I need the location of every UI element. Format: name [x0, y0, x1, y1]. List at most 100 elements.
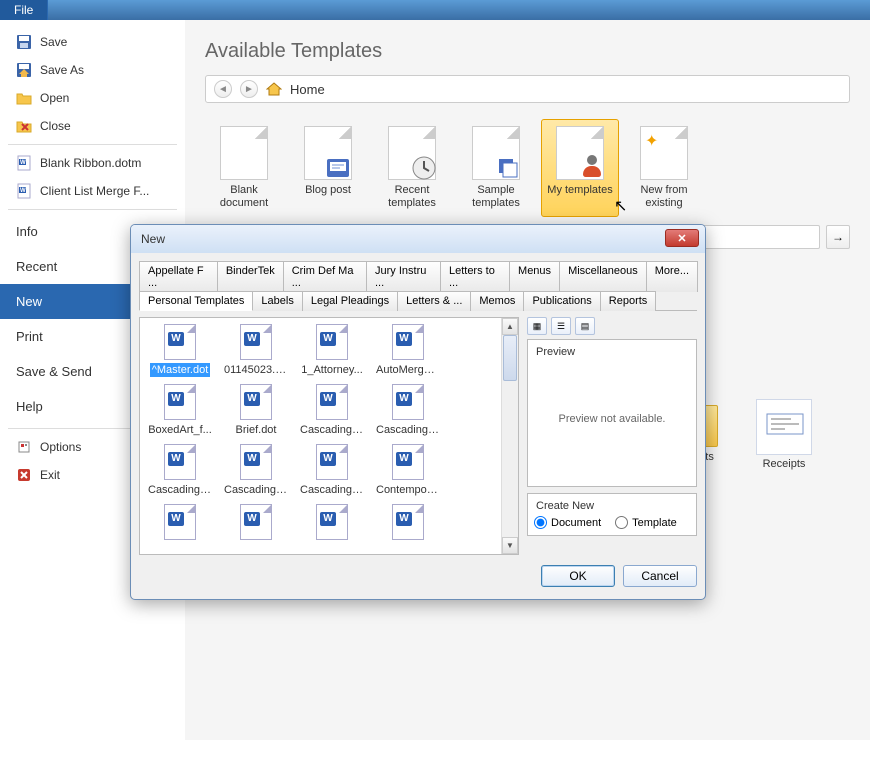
home-icon[interactable]	[266, 82, 282, 96]
file-item[interactable]: Brief.dot	[222, 384, 290, 440]
view-buttons: ▦ ☰ ▤	[527, 317, 697, 335]
dialog-tab[interactable]: Jury Instru ...	[366, 261, 441, 292]
dialog-tab[interactable]: BinderTek	[217, 261, 284, 292]
dialog-tab[interactable]: Miscellaneous	[559, 261, 647, 292]
file-item[interactable]: Cascading Styles ...	[146, 444, 214, 500]
file-item[interactable]: Cascading Styles ...	[374, 384, 442, 440]
save-icon	[16, 34, 32, 50]
dialog-tab[interactable]: More...	[646, 261, 698, 292]
preview-pane: ▦ ☰ ▤ Preview Preview not available. Cre…	[527, 317, 697, 555]
titlebar: File	[0, 0, 870, 20]
view-details-button[interactable]: ▤	[575, 317, 595, 335]
word-file-icon	[316, 324, 348, 360]
scroll-down-button[interactable]: ▼	[502, 537, 518, 554]
nav-forward-button[interactable]: ►	[240, 80, 258, 98]
dialog-tab[interactable]: Memos	[470, 291, 524, 311]
word-file-icon	[316, 444, 348, 480]
file-item[interactable]: Cascading Styles 2...	[298, 384, 366, 440]
file-item[interactable]: AutoMerge....	[374, 324, 442, 380]
sidebar-recent-file-2[interactable]: W Client List Merge F...	[0, 177, 185, 205]
radio-template-input[interactable]	[615, 516, 628, 529]
template-new-from-existing[interactable]: ✦ New from existing	[625, 119, 703, 217]
dialog-tab[interactable]: Publications	[523, 291, 600, 311]
category-receipts[interactable]: Receipts	[745, 399, 823, 484]
template-blog-post[interactable]: Blog post	[289, 119, 367, 217]
scrollbar[interactable]: ▲ ▼	[501, 318, 518, 554]
dialog-tab[interactable]: Labels	[252, 291, 302, 311]
file-item[interactable]	[222, 504, 290, 543]
view-list-button[interactable]: ☰	[551, 317, 571, 335]
label: Close	[40, 119, 71, 133]
file-item[interactable]: Cascading Styles N...	[222, 444, 290, 500]
file-tab[interactable]: File	[0, 0, 48, 20]
dialog-titlebar[interactable]: New ✕	[131, 225, 705, 253]
file-label: AutoMerge....	[374, 363, 442, 377]
file-item[interactable]: ^Master.dot	[146, 324, 214, 380]
dialog-tab[interactable]: Menus	[509, 261, 560, 292]
preview-label: Preview	[534, 346, 690, 358]
label: Info	[16, 224, 38, 239]
sidebar-save-as[interactable]: Save As	[0, 56, 185, 84]
template-my-templates[interactable]: My templates	[541, 119, 619, 217]
template-recent-templates[interactable]: Recent templates	[373, 119, 451, 217]
file-item[interactable]: BoxedArt_f...	[146, 384, 214, 440]
word-file-icon	[164, 444, 196, 480]
dialog-buttons: OK Cancel	[139, 565, 697, 587]
word-file-icon	[392, 324, 424, 360]
label: My templates	[544, 184, 616, 197]
scroll-track[interactable]	[502, 335, 518, 537]
scroll-thumb[interactable]	[503, 335, 517, 381]
label: New from existing	[628, 184, 700, 210]
label: New	[16, 294, 42, 309]
file-item[interactable]	[374, 504, 442, 543]
file-item[interactable]: 01145023.dot	[222, 324, 290, 380]
word-doc-icon: W	[16, 183, 32, 199]
file-item[interactable]: 1_Attorney...	[298, 324, 366, 380]
svg-text:W: W	[20, 188, 26, 194]
breadcrumb-home[interactable]: Home	[290, 82, 325, 97]
file-item[interactable]: Cascading Styles ...	[298, 444, 366, 500]
label: Document	[551, 517, 601, 529]
word-file-icon	[240, 384, 272, 420]
file-item[interactable]: Contemporary Fax delete.dot	[374, 444, 442, 500]
create-new-label: Create New	[534, 500, 690, 512]
dialog-tab[interactable]: Crim Def Ma ...	[283, 261, 367, 292]
word-doc-icon: W	[16, 155, 32, 171]
file-label: 1_Attorney...	[299, 363, 365, 377]
template-sample-templates[interactable]: Sample templates	[457, 119, 535, 217]
view-large-icons-button[interactable]: ▦	[527, 317, 547, 335]
file-item[interactable]	[146, 504, 214, 543]
sidebar-recent-file-1[interactable]: W Blank Ribbon.dotm	[0, 149, 185, 177]
dialog-tab[interactable]: Appellate F ...	[139, 261, 218, 292]
my-templates-icon	[556, 126, 604, 180]
dialog-tab[interactable]: Legal Pleadings	[302, 291, 398, 311]
dialog-tab[interactable]: Personal Templates	[139, 291, 253, 311]
label: Options	[40, 440, 81, 454]
sample-templates-icon	[472, 126, 520, 180]
sidebar-close[interactable]: Close	[0, 112, 185, 140]
sidebar-open[interactable]: Open	[0, 84, 185, 112]
word-file-icon	[240, 504, 272, 540]
dialog-close-button[interactable]: ✕	[665, 229, 699, 247]
label: Print	[16, 329, 43, 344]
radio-template[interactable]: Template	[615, 516, 677, 529]
dialog-tabstrip: Appellate F ...BinderTekCrim Def Ma ...J…	[139, 261, 697, 311]
cancel-button[interactable]: Cancel	[623, 565, 697, 587]
dialog-tab[interactable]: Reports	[600, 291, 657, 311]
radio-document[interactable]: Document	[534, 516, 601, 529]
label: Recent	[16, 259, 57, 274]
dialog-tab[interactable]: Letters & ...	[397, 291, 471, 311]
radio-document-input[interactable]	[534, 516, 547, 529]
nav-back-button[interactable]: ◄	[214, 80, 232, 98]
dialog-tab[interactable]: Letters to ...	[440, 261, 510, 292]
label: Save	[40, 35, 67, 49]
ok-button[interactable]: OK	[541, 565, 615, 587]
scroll-up-button[interactable]: ▲	[502, 318, 518, 335]
sidebar-save[interactable]: Save	[0, 28, 185, 56]
label: Blank Ribbon.dotm	[40, 156, 141, 170]
template-blank-document[interactable]: Blank document	[205, 119, 283, 217]
file-item[interactable]	[298, 504, 366, 543]
label: Template	[632, 517, 677, 529]
breadcrumb: ◄ ► Home	[205, 75, 850, 103]
search-go-button[interactable]: →	[826, 225, 850, 249]
